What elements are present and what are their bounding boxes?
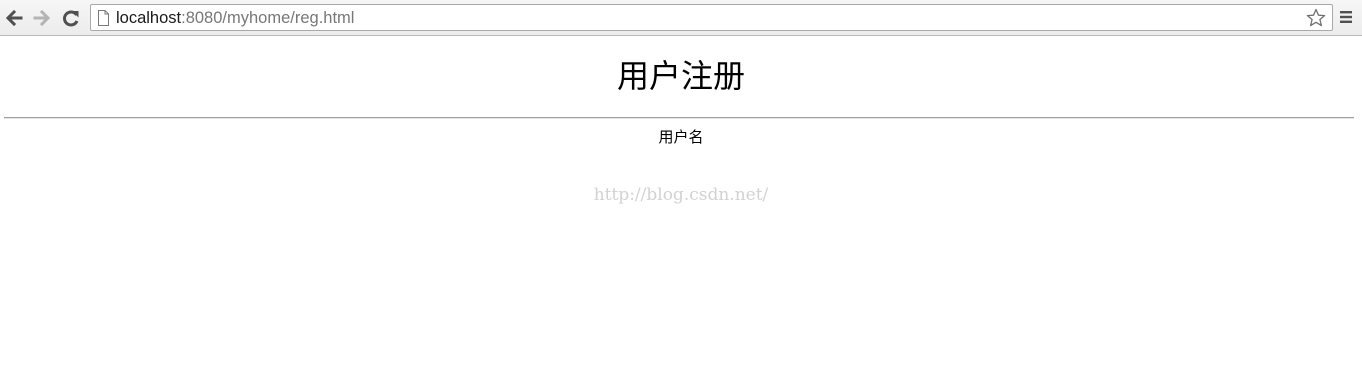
back-button[interactable] <box>3 7 25 29</box>
page-title: 用户注册 <box>616 57 745 95</box>
username-label: 用户名 <box>658 128 704 146</box>
url-path: :8080/myhome/reg.html <box>181 9 355 27</box>
browser-toolbar: localhost:8080/myhome/reg.html <box>0 0 1362 36</box>
forward-button[interactable] <box>31 7 53 29</box>
url-text: localhost:8080/myhome/reg.html <box>116 8 354 28</box>
divider <box>4 117 1354 119</box>
reload-icon <box>63 10 79 27</box>
address-bar[interactable]: localhost:8080/myhome/reg.html <box>90 4 1333 31</box>
page-icon <box>98 10 109 26</box>
forward-arrow-icon <box>33 9 51 27</box>
back-arrow-icon <box>5 9 23 27</box>
menu-icon[interactable] <box>1339 10 1353 24</box>
reload-button[interactable] <box>60 7 82 29</box>
star-icon[interactable] <box>1306 8 1326 28</box>
watermark: http://blog.csdn.net/ <box>593 185 769 205</box>
page-content: 用户注册 用户名 http://blog.csdn.net/ <box>0 36 1362 368</box>
url-host: localhost <box>116 9 182 27</box>
